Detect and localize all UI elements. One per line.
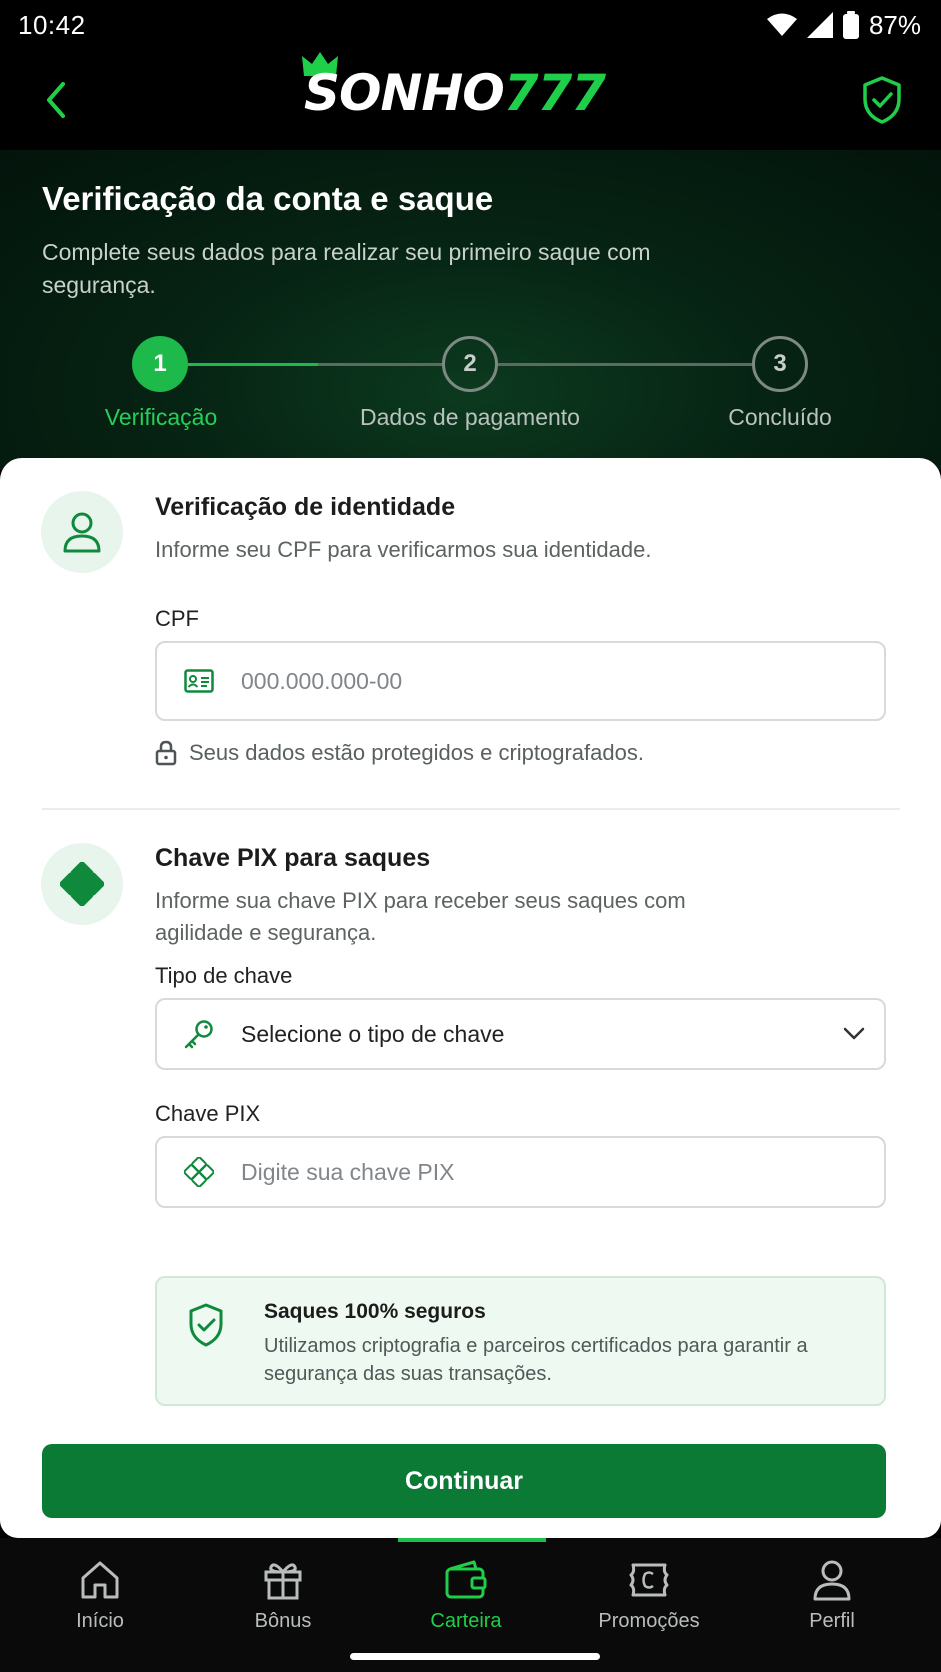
battery-icon [842, 11, 859, 39]
step-1-label: Verificação [104, 404, 218, 430]
step-1-circle: 1 [132, 336, 188, 392]
pix-key-field[interactable] [155, 1136, 886, 1208]
chevron-slot [824, 1027, 884, 1041]
wifi-icon [766, 13, 797, 36]
pix-key-icon-slot [157, 1157, 241, 1187]
nav-item-inicio[interactable]: Início [20, 1556, 180, 1646]
security-shield-button[interactable] [852, 70, 912, 130]
step-3-circle: 3 [752, 336, 808, 392]
logo-main: SONHO [304, 64, 505, 122]
continue-button[interactable]: Continuar [42, 1444, 886, 1518]
logo: SONHO777 [300, 50, 640, 150]
shield-check-icon [189, 1303, 223, 1347]
status-indicators: 87% [766, 9, 921, 41]
nav-label: Carteira [430, 1610, 502, 1632]
step-line-2 [498, 363, 753, 366]
wallet-icon [445, 1560, 487, 1599]
section-divider [42, 808, 900, 810]
key-type-icon-slot [157, 1018, 241, 1050]
person-icon [813, 1560, 851, 1601]
pix-title: Chave PIX para saques [155, 844, 431, 872]
nav-label: Bônus [254, 1610, 312, 1632]
app-header: SONHO777 [0, 50, 941, 150]
nav-icon-slot [444, 1556, 488, 1604]
pix-icon-badge [41, 843, 123, 925]
info-text: Utilizamos criptografia e parceiros cert… [264, 1335, 808, 1385]
key-type-select[interactable]: Selecione o tipo de chave [155, 998, 886, 1070]
step-2-number: 2 [463, 350, 477, 377]
identity-title: Verificação de identidade [155, 493, 456, 521]
step-3-label: Concluído [728, 404, 832, 430]
nav-icon-slot [262, 1556, 304, 1604]
nav-label: Início [76, 1610, 124, 1632]
id-card-icon [184, 669, 214, 693]
nav-label: Promoções [598, 1610, 700, 1632]
status-time: 10:42 [18, 9, 86, 40]
step-line-1 [318, 363, 444, 366]
identity-description: Informe seu CPF para verificarmos sua id… [155, 537, 652, 562]
key-type-value: Selecione o tipo de chave [241, 1020, 505, 1047]
step-2-label: Dados de pagamento [360, 404, 580, 430]
cpf-field[interactable] [155, 641, 886, 721]
step-3-number: 3 [773, 350, 787, 377]
nav-label: Perfil [809, 1610, 855, 1632]
nav-item-bonus[interactable]: Bônus [203, 1556, 363, 1646]
identity-icon-badge [41, 491, 123, 573]
secure-note: Seus dados estão protegidos e criptograf… [155, 740, 644, 766]
person-icon [63, 512, 101, 553]
pix-key-input[interactable] [241, 1138, 884, 1206]
nav-item-promocoes[interactable]: Promoções [569, 1556, 729, 1646]
chevron-left-icon [47, 82, 65, 118]
cpf-label: CPF [155, 606, 199, 631]
nav-icon-slot [812, 1556, 852, 1604]
cpf-icon-slot [157, 669, 241, 693]
nav-icon-slot [79, 1556, 121, 1604]
info-title: Saques 100% seguros [264, 1300, 486, 1323]
gift-icon [264, 1563, 302, 1600]
status-bar: 10:42 87% [0, 0, 941, 50]
secure-withdrawals-info: Saques 100% seguros Utilizamos criptogra… [155, 1276, 886, 1406]
home-icon [81, 1561, 119, 1599]
nav-icon-slot [627, 1556, 671, 1604]
pix-icon [60, 862, 104, 906]
battery-level: 87% [868, 9, 921, 40]
key-icon [184, 1020, 213, 1049]
pix-key-label: Chave PIX [155, 1101, 261, 1126]
secure-note-text: Seus dados estão protegidos e criptograf… [189, 740, 644, 765]
step-2-circle: 2 [442, 336, 498, 392]
home-indicator[interactable] [350, 1653, 600, 1660]
coupon-icon [629, 1563, 669, 1597]
chevron-down-icon [843, 1027, 865, 1040]
verification-card: Verificação de identidade Informe seu CP… [0, 458, 941, 1538]
nav-item-perfil[interactable]: Perfil [752, 1556, 912, 1646]
back-button[interactable] [34, 78, 78, 122]
lock-icon [155, 740, 177, 766]
pix-outline-icon [184, 1157, 214, 1187]
logo-text: SONHO777 [304, 64, 606, 122]
logo-accent: 777 [503, 64, 606, 122]
nav-active-indicator [398, 1538, 546, 1542]
page-title: Verificação da conta e saque [42, 180, 494, 217]
cpf-input[interactable] [241, 643, 884, 719]
key-type-label: Tipo de chave [155, 963, 293, 988]
bottom-nav: Início Bônus Carteira Promoções Perfil [0, 1538, 941, 1672]
page-subtitle: Complete seus dados para realizar seu pr… [42, 239, 651, 298]
shield-check-icon [863, 76, 901, 124]
pix-description: Informe sua chave PIX para receber seus … [155, 888, 686, 945]
step-1-number: 1 [153, 350, 167, 377]
signal-icon [806, 12, 833, 38]
nav-item-carteira[interactable]: Carteira [386, 1556, 546, 1646]
step-line-progress [188, 363, 318, 366]
